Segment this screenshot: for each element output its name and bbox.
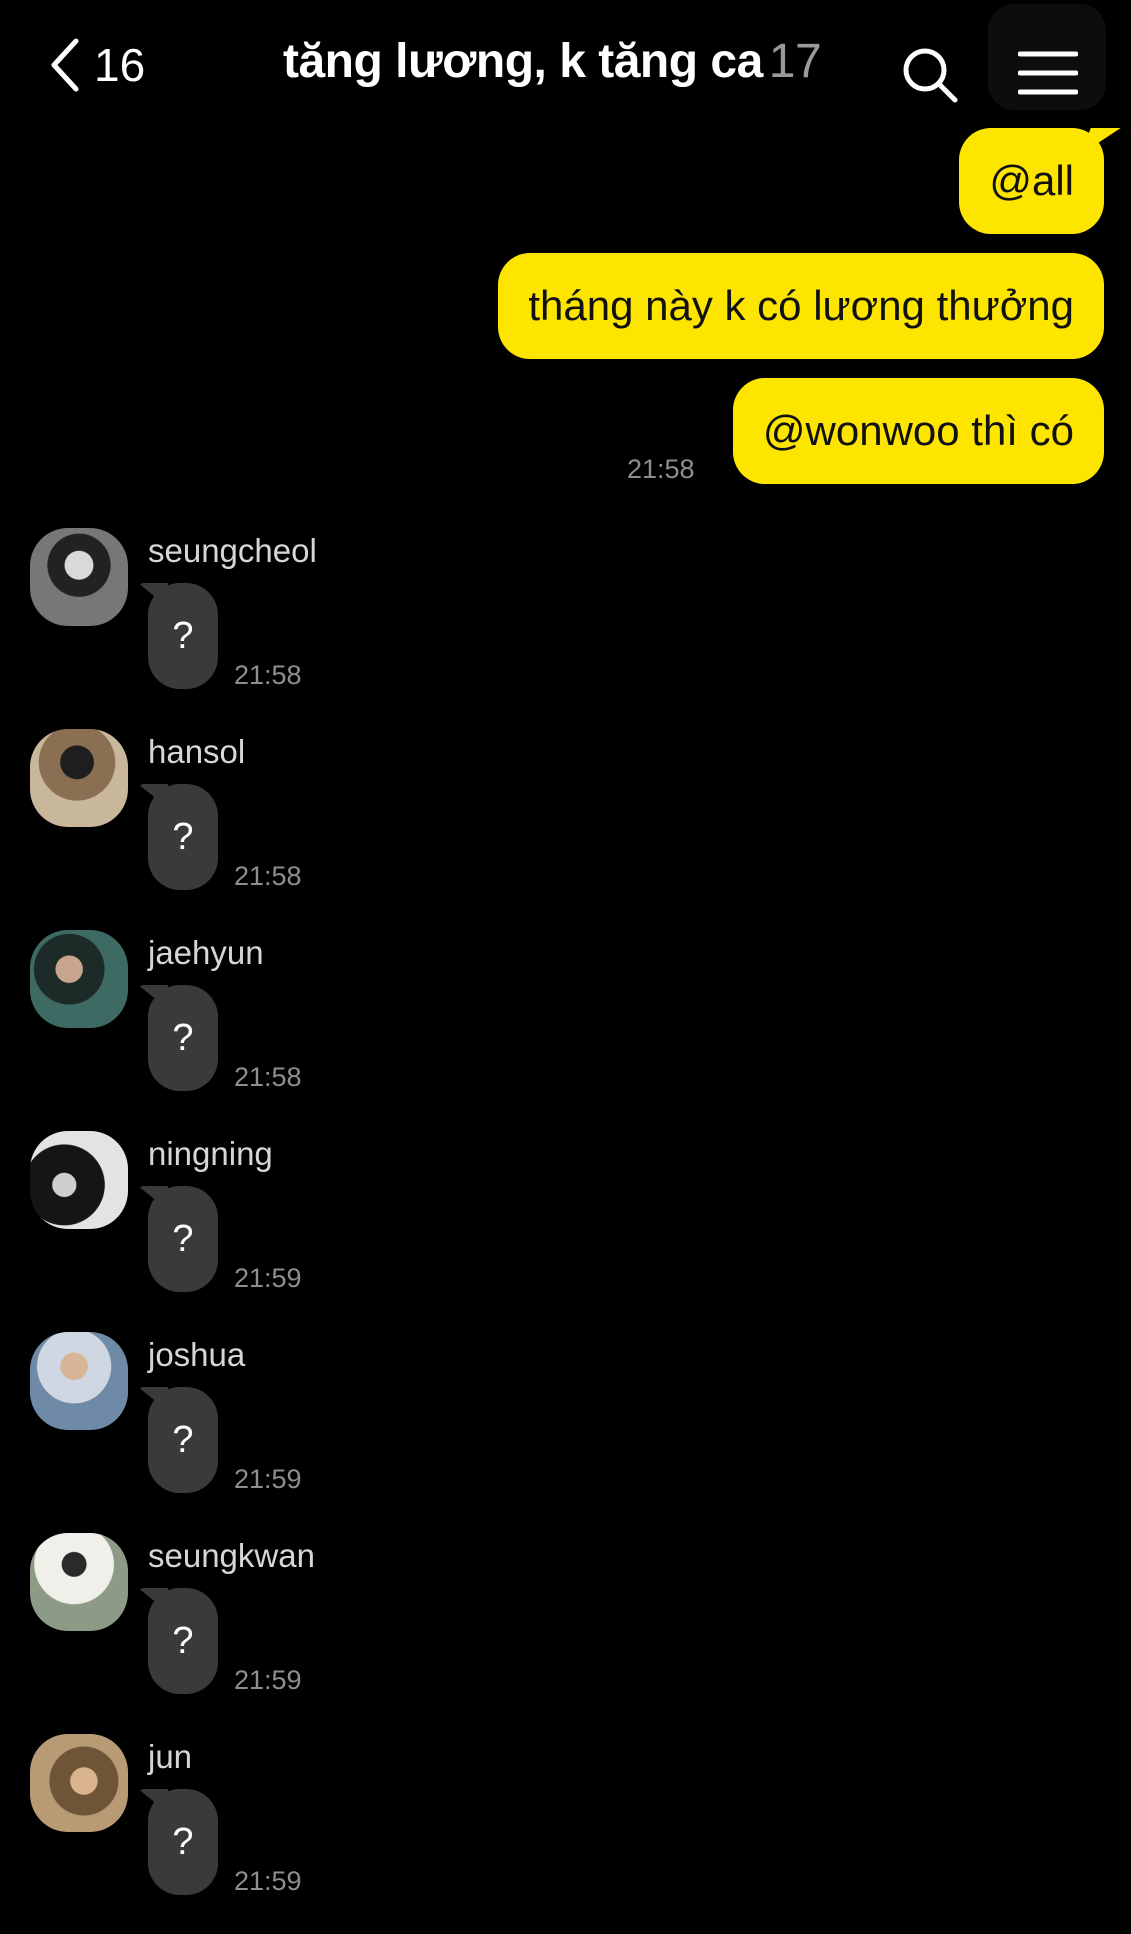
unread-count: 16 [94, 39, 146, 91]
message-bubble[interactable]: ? [148, 583, 218, 689]
incoming-message: jaehyun ? 21:58 [0, 930, 1131, 1130]
incoming-message: seungcheol ? 21:58 [0, 528, 1131, 728]
sender-name: hansol [148, 733, 246, 770]
message-bubble[interactable]: ? [148, 1387, 218, 1493]
message-timestamp: 21:58 [234, 660, 302, 690]
avatar[interactable] [30, 528, 128, 626]
chat-title: tăng lương, k tăng ca 17 [283, 34, 822, 89]
sender-name: ningning [148, 1135, 273, 1172]
avatar[interactable] [30, 1131, 128, 1229]
search-icon [900, 48, 960, 109]
outgoing-message[interactable]: tháng này k có lương thưởng [498, 253, 1104, 359]
sender-name: jaehyun [148, 934, 264, 971]
search-button[interactable] [900, 45, 960, 105]
incoming-message: seungkwan ? 21:59 [0, 1533, 1131, 1733]
incoming-message: hansol ? 21:58 [0, 729, 1131, 929]
avatar[interactable] [30, 1332, 128, 1430]
message-timestamp: 21:59 [234, 1464, 302, 1494]
chat-header: 16 tăng lương, k tăng ca 17 [0, 0, 1131, 125]
sender-name: jun [148, 1738, 193, 1775]
message-bubble[interactable]: ? [148, 784, 218, 890]
message-timestamp: 21:59 [234, 1263, 302, 1293]
message-timestamp: 21:58 [234, 861, 302, 891]
incoming-message: joshua ? 21:59 [0, 1332, 1131, 1532]
chat-title-text: tăng lương, k tăng ca [283, 35, 763, 88]
outgoing-message[interactable]: @wonwoo thì có [732, 378, 1104, 484]
message-bubble[interactable]: ? [148, 1588, 218, 1694]
back-button[interactable]: 16 [50, 30, 145, 100]
avatar[interactable] [30, 930, 128, 1028]
sender-name: joshua [148, 1336, 246, 1373]
message-timestamp: 21:58 [627, 454, 695, 484]
avatar[interactable] [30, 729, 128, 827]
avatar[interactable] [30, 1533, 128, 1631]
incoming-message: ningning ? 21:59 [0, 1131, 1131, 1331]
message-timestamp: 21:59 [234, 1665, 302, 1695]
avatar[interactable] [30, 1734, 128, 1832]
sender-name: seungkwan [148, 1537, 315, 1574]
incoming-message: jun ? 21:59 [0, 1734, 1131, 1934]
message-bubble[interactable]: ? [148, 985, 218, 1091]
menu-button[interactable] [988, 4, 1106, 110]
message-bubble[interactable]: ? [148, 1186, 218, 1292]
message-timestamp: 21:59 [234, 1866, 302, 1896]
sender-name: seungcheol [148, 532, 317, 569]
message-bubble[interactable]: ? [148, 1789, 218, 1895]
outgoing-message[interactable]: @all [959, 128, 1104, 234]
member-count: 17 [768, 35, 822, 88]
chevron-left-icon [50, 37, 80, 93]
message-timestamp: 21:58 [234, 1062, 302, 1092]
